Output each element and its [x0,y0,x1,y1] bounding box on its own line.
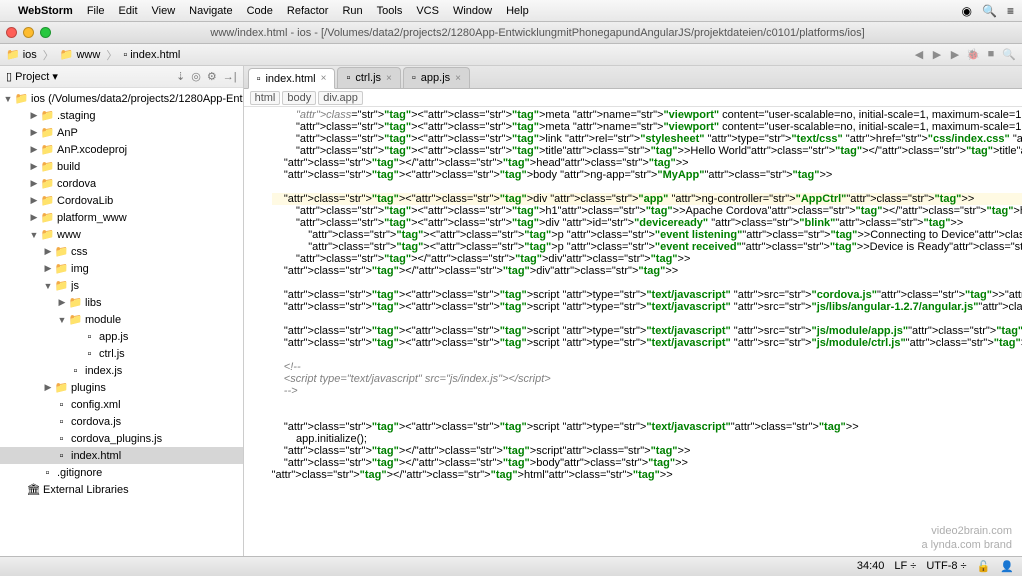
watermark: video2brain.com a lynda.com brand [922,524,1013,552]
traffic-lights [6,27,51,38]
gear-icon[interactable]: ⚙ [207,70,217,83]
back-icon[interactable]: ◀ [912,48,926,61]
tree-item-indexhtml[interactable]: ▫index.html [0,447,243,464]
tree-item-indexjs[interactable]: ▫index.js [0,362,243,379]
tree-item-cordovapluginsjs[interactable]: ▫cordova_plugins.js [0,430,243,447]
tree-item-anpxcodeproj[interactable]: ▶📁AnP.xcodeproj [0,141,243,158]
crumb-www[interactable]: 📁 www [60,48,101,61]
menu-extra-icon[interactable]: ≡ [1007,4,1014,18]
close-icon[interactable]: × [386,73,392,84]
cc-icon[interactable]: ◉ [962,4,972,18]
menu-run[interactable]: Run [342,5,362,17]
menu-vcs[interactable]: VCS [416,5,439,17]
tree-item-cordovalib[interactable]: ▶📁CordovaLib [0,192,243,209]
project-sidebar: ▯ Project ▾ ⇣ ◎ ⚙ →| ▼📁 ios (/Volumes/da… [0,66,244,556]
editor-area: ▫ index.html × ▫ ctrl.js × ▫ app.js × ht… [244,66,1022,556]
line-sep[interactable]: LF ÷ [894,560,916,573]
menu-navigate[interactable]: Navigate [189,5,232,17]
tree-root[interactable]: ▼📁 ios (/Volumes/data2/projects2/1280App… [0,90,243,107]
crumb-indexhtml[interactable]: ▫ index.html [123,49,180,61]
code-editor[interactable]: "attr">class="str">"tag"><"attr">class="… [244,107,1022,556]
crumb-ios[interactable]: 📁 ios [6,48,37,61]
project-tool-header: ▯ Project ▾ ⇣ ◎ ⚙ →| [0,66,243,88]
main-area: ▯ Project ▾ ⇣ ◎ ⚙ →| ▼📁 ios (/Volumes/da… [0,66,1022,556]
debug-icon[interactable]: 🐞 [966,48,980,61]
menu-window[interactable]: Window [453,5,492,17]
tree-item-cordovajs[interactable]: ▫cordova.js [0,413,243,430]
tree-item-libs[interactable]: ▶📁libs [0,294,243,311]
search-icon[interactable]: 🔍 [1002,48,1016,61]
menu-file[interactable]: File [87,5,105,17]
tree-item-ctrljs[interactable]: ▫ctrl.js [0,345,243,362]
editor-tabs: ▫ index.html × ▫ ctrl.js × ▫ app.js × [244,66,1022,89]
app-name[interactable]: WebStorm [18,5,73,17]
window-title: www/index.html - ios - [/Volumes/data2/p… [59,27,1016,39]
tree-item-cordova[interactable]: ▶📁cordova [0,175,243,192]
window-titlebar: www/index.html - ios - [/Volumes/data2/p… [0,22,1022,44]
tree-item-configxml[interactable]: ▫config.xml [0,396,243,413]
fwd-icon[interactable]: ▶ [930,48,944,61]
menu-edit[interactable]: Edit [119,5,138,17]
hide-icon[interactable]: →| [223,71,237,83]
tree-item-img[interactable]: ▶📁img [0,260,243,277]
tab-appjs[interactable]: ▫ app.js × [403,67,470,88]
menu-view[interactable]: View [152,5,176,17]
tab-ctrljs[interactable]: ▫ ctrl.js × [337,67,400,88]
spotlight-icon[interactable]: 🔍 [982,4,997,18]
tree-item-www[interactable]: ▼📁www [0,226,243,243]
tree-item-externallibraries[interactable]: 🏛External Libraries [0,481,243,498]
zoom-button[interactable] [40,27,51,38]
encoding[interactable]: UTF-8 ÷ [926,560,966,573]
close-icon[interactable]: × [455,73,461,84]
caret-position[interactable]: 34:40 [857,560,885,573]
inspector-icon[interactable]: 👤 [1000,560,1014,573]
tab-indexhtml[interactable]: ▫ index.html × [248,68,336,89]
run-icon[interactable]: ▶ [948,48,962,61]
tree-item-css[interactable]: ▶📁css [0,243,243,260]
stop-icon[interactable]: ■ [984,48,998,61]
tree-item-anp[interactable]: ▶📁AnP [0,124,243,141]
target-icon[interactable]: ◎ [191,70,201,83]
close-icon[interactable]: × [321,73,327,84]
menu-refactor[interactable]: Refactor [287,5,329,17]
mac-menubar: WebStorm File Edit View Navigate Code Re… [0,0,1022,22]
tree-item-gitignore[interactable]: ▫.gitignore [0,464,243,481]
tree-item-platformwww[interactable]: ▶📁platform_www [0,209,243,226]
menu-tools[interactable]: Tools [377,5,403,17]
menu-help[interactable]: Help [506,5,529,17]
nav-breadcrumb: 📁 ios 〉 📁 www 〉 ▫ index.html ◀ ▶ ▶ 🐞 ■ 🔍 [0,44,1022,66]
lock-icon[interactable]: 🔓 [977,560,991,573]
tree-item-build[interactable]: ▶📁build [0,158,243,175]
project-view-combo[interactable]: ▯ Project ▾ [6,70,58,83]
minimize-button[interactable] [23,27,34,38]
tree-item-module[interactable]: ▼📁module [0,311,243,328]
menu-code[interactable]: Code [247,5,273,17]
tree-item-staging[interactable]: ▶📁.staging [0,107,243,124]
project-tree[interactable]: ▼📁 ios (/Volumes/data2/projects2/1280App… [0,88,243,556]
editor-breadcrumb[interactable]: htmlbodydiv.app [244,89,1022,107]
tree-item-js[interactable]: ▼📁js [0,277,243,294]
close-button[interactable] [6,27,17,38]
collapse-icon[interactable]: ⇣ [176,70,185,83]
tree-item-appjs[interactable]: ▫app.js [0,328,243,345]
tree-item-plugins[interactable]: ▶📁plugins [0,379,243,396]
status-bar: 34:40 LF ÷ UTF-8 ÷ 🔓 👤 [0,556,1022,576]
